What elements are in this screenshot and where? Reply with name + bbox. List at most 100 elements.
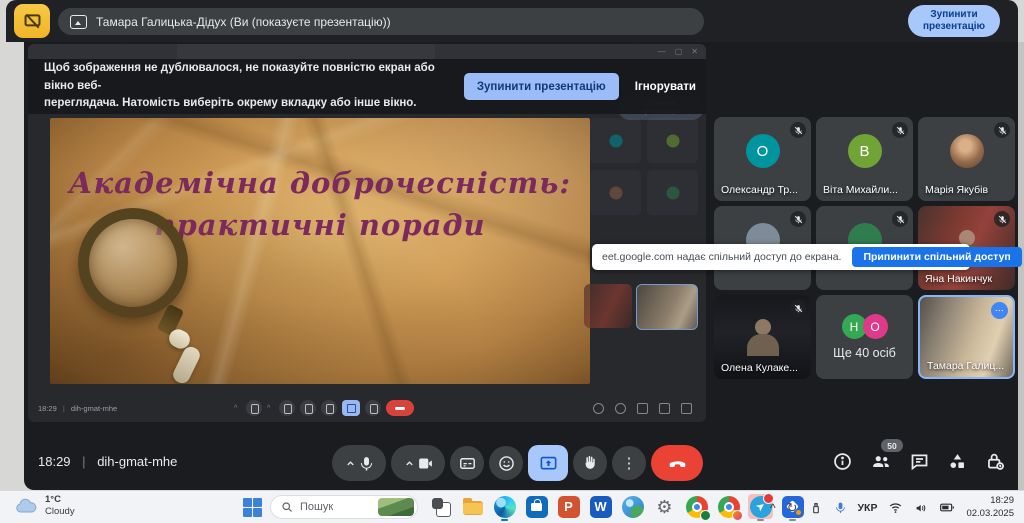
presentation-app-badge[interactable] — [14, 4, 50, 38]
dimmed-tile — [590, 118, 641, 163]
mic-muted-icon — [994, 122, 1010, 138]
usb-device-icon[interactable] — [809, 501, 823, 515]
more-vertical-icon: ⋮ — [622, 454, 637, 472]
maps-button[interactable] — [620, 494, 645, 519]
participant-tile[interactable]: В Віта Михайли... — [816, 117, 913, 201]
gear-icon: ⚙ — [656, 496, 672, 518]
chrome-profile1-button[interactable] — [684, 494, 709, 519]
screen: Тамара Галицька-Дідух (Ви (показуєте пре… — [0, 0, 1024, 523]
clock-and-meeting-code: 18:29 | dih-gmat-mhe — [38, 454, 177, 469]
overflow-count-label: Ще 40 осіб — [833, 346, 896, 360]
raise-hand-button[interactable] — [573, 446, 607, 480]
tray-mic-icon[interactable] — [834, 501, 847, 514]
participant-name: Олександр Тр... — [721, 184, 798, 196]
meeting-side-controls: 50 — [832, 450, 1006, 472]
mini-chevron-icon: ^ — [234, 405, 241, 412]
wifi-icon[interactable] — [888, 501, 903, 514]
mic-icon — [358, 455, 375, 472]
dimmed-window-controls: — ▢ ✕ — [658, 45, 698, 58]
profile-badge — [732, 510, 743, 521]
shared-screen-window: — ▢ ✕ Щоб зображення не дублювалося, не … — [28, 44, 706, 422]
taskbar-weather-widget[interactable]: 1°C Cloudy — [14, 494, 75, 518]
dimmed-tile — [647, 170, 698, 215]
mini-mic-button — [246, 400, 262, 416]
mini-camera-button — [279, 400, 295, 416]
mic-muted-icon — [790, 122, 806, 138]
participant-name: Олена Кулаке... — [721, 362, 798, 374]
stop-sharing-button[interactable]: Припинити спільний доступ — [852, 247, 1021, 267]
tray-date: 02.03.2025 — [966, 508, 1014, 520]
stop-presentation-button[interactable]: Зупинити презентацію — [908, 5, 1000, 37]
meeting-code: dih-gmat-mhe — [97, 454, 177, 469]
more-options-button[interactable]: ⋮ — [612, 446, 646, 480]
captions-button[interactable] — [450, 446, 484, 480]
present-button[interactable] — [528, 445, 568, 481]
task-view-icon — [432, 498, 443, 509]
presentation-slide: Академічна доброчесність: практичні пора… — [50, 118, 590, 384]
running-indicator — [757, 519, 764, 522]
recursive-call-controls: ^ ^ — [234, 400, 414, 416]
cloud-icon — [14, 498, 38, 514]
taskbar-search-box[interactable]: Пошук — [270, 495, 418, 519]
settings-button[interactable]: ⚙ — [652, 494, 677, 519]
chrome-profile2-button[interactable] — [716, 494, 741, 519]
mic-muted-icon — [892, 122, 908, 138]
dimmed-avatar — [609, 186, 622, 199]
word-button[interactable]: W — [588, 494, 613, 519]
chevron-up-icon — [344, 457, 357, 470]
mini-host-controls-icon — [681, 403, 692, 414]
mini-hand-button — [365, 400, 381, 416]
tray-chevron-icon[interactable]: ^ — [770, 501, 776, 515]
participant-tile[interactable]: О Олександр Тр... — [714, 117, 811, 201]
reactions-button[interactable] — [489, 446, 523, 480]
camera-button[interactable] — [391, 445, 445, 481]
mic-muted-icon — [892, 211, 908, 227]
meeting-details-button[interactable] — [832, 451, 853, 472]
close-icon: ✕ — [691, 45, 698, 58]
slide-title-line2: практичні поради — [154, 208, 485, 242]
participant-tile[interactable]: Олена Кулаке... — [714, 295, 811, 379]
stop-presentation-line1: Зупинити — [930, 9, 977, 21]
people-button[interactable]: 50 — [870, 450, 892, 472]
presenter-chip-label: Тамара Галицька-Дідух (Ви (показуєте пре… — [96, 15, 391, 29]
microsoft-store-button[interactable] — [524, 494, 549, 519]
update-sync-icon[interactable]: ↻ — [787, 500, 798, 516]
file-explorer-button[interactable] — [460, 494, 485, 519]
start-button[interactable] — [243, 498, 262, 517]
host-lock-icon — [985, 451, 1006, 472]
meet-main-area: — ▢ ✕ Щоб зображення не дублювалося, не … — [24, 42, 1018, 490]
end-call-button[interactable] — [651, 445, 703, 481]
captions-icon — [458, 454, 477, 473]
maximize-icon: ▢ — [675, 45, 683, 58]
powerpoint-button[interactable]: P — [556, 494, 581, 519]
participant-name: Віта Михайли... — [823, 184, 898, 196]
battery-icon[interactable] — [939, 501, 955, 514]
self-tile[interactable]: ⋯ Тамара Галиц... — [918, 295, 1015, 379]
participant-tile[interactable]: Марія Якубів — [918, 117, 1015, 201]
activities-button[interactable] — [947, 451, 968, 472]
info-icon — [832, 451, 853, 472]
speaker-icon[interactable] — [914, 501, 928, 515]
mic-muted-icon — [994, 211, 1010, 227]
host-controls-button[interactable] — [985, 451, 1006, 472]
search-highlight-image[interactable] — [378, 498, 414, 516]
language-indicator[interactable]: УКР — [858, 502, 878, 514]
chat-icon — [909, 451, 930, 472]
overflow-tile[interactable]: Н О Ще 40 осіб — [816, 295, 913, 379]
mic-button[interactable] — [332, 445, 386, 481]
chevron-up-icon — [403, 457, 416, 470]
taskbar-app-icons: P W ⚙ ➤ — [428, 494, 805, 519]
presenter-chip[interactable]: Тамара Галицька-Дідух (Ви (показуєте пре… — [58, 8, 704, 35]
sharing-message: eet.google.com надає спільний доступ до … — [602, 251, 841, 263]
dimmed-avatar — [609, 134, 622, 147]
banner-ignore-button[interactable]: Ігнорувати — [635, 81, 696, 93]
tray-clock[interactable]: 18:29 02.03.2025 — [966, 495, 1014, 520]
task-view-button[interactable] — [428, 494, 453, 519]
tile-more-options-button[interactable]: ⋯ — [991, 302, 1008, 319]
chat-button[interactable] — [909, 451, 930, 472]
edge-button[interactable] — [492, 494, 517, 519]
share-warning-message: Щоб зображення не дублювалося, не показу… — [44, 60, 452, 113]
banner-stop-presentation-button[interactable]: Зупинити презентацію — [464, 73, 619, 100]
participant-name: Тамара Галиц... — [927, 360, 1004, 372]
mini-info-icon — [593, 403, 604, 414]
